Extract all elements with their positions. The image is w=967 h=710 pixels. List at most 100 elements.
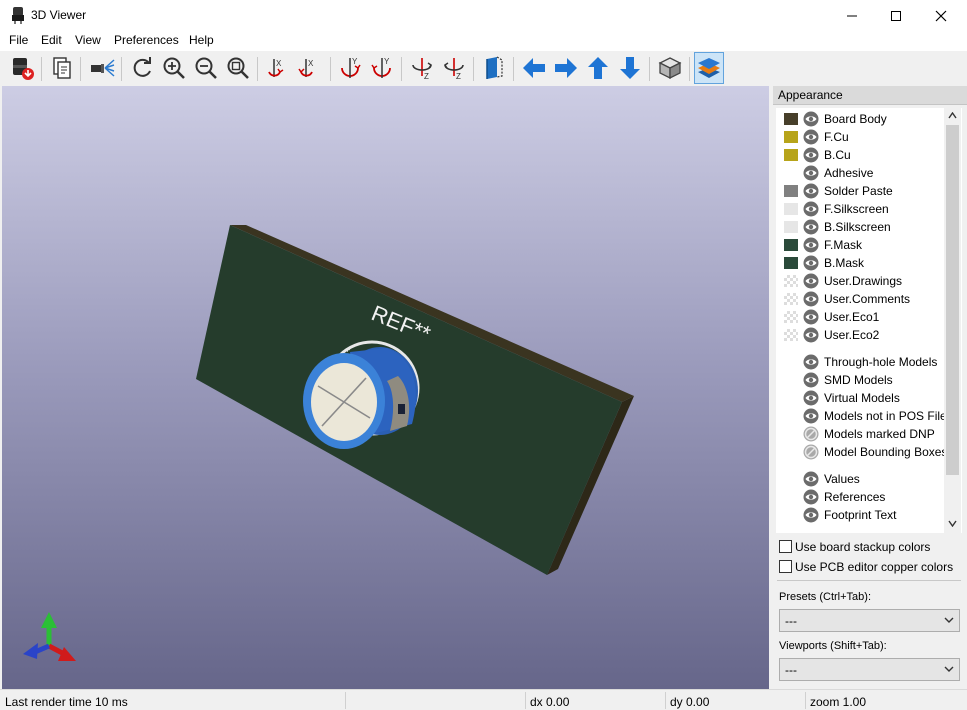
layer-color-swatch[interactable] [784,113,798,125]
viewports-label: Viewports (Shift+Tab): [779,640,887,652]
layer-row-smd-models[interactable]: SMD Models [776,371,946,389]
eye-icon[interactable] [803,489,819,505]
toggle-appearance-panel-button[interactable] [694,52,724,84]
eye-icon[interactable] [803,273,819,289]
eye-icon[interactable] [803,354,819,370]
presets-dropdown[interactable]: --- [779,609,960,632]
rotate-x-cw-button[interactable]: X [264,52,294,84]
viewports-dropdown[interactable]: --- [779,658,960,681]
layer-row-b-mask[interactable]: B.Mask [776,254,946,272]
layer-row-f-mask[interactable]: F.Mask [776,236,946,254]
eye-icon[interactable] [803,183,819,199]
eye-icon[interactable] [803,408,819,424]
layer-color-swatch[interactable] [784,239,798,251]
layer-color-swatch[interactable] [784,149,798,161]
layer-row-footprint-text[interactable]: Footprint Text [776,506,946,524]
layer-list[interactable]: Board Body F.Cu B.Cu Adhesive Solder Paste F.… [776,108,962,533]
eye-hidden-icon[interactable] [803,444,819,460]
layer-row-f-cu[interactable]: F.Cu [776,128,946,146]
move-up-button[interactable] [583,52,613,84]
rotate-x-ccw-button[interactable]: X [296,52,326,84]
menu-edit[interactable]: Edit [41,33,62,47]
3d-viewport[interactable]: + REF** [2,86,769,689]
scroll-up-icon[interactable] [948,112,957,119]
rotate-y-cw-button[interactable]: Y [335,52,365,84]
use-board-stackup-colors-checkbox[interactable] [779,540,792,553]
toggle-orthographic-button[interactable] [655,52,685,84]
layer-row-adhesive[interactable]: Adhesive [776,164,946,182]
layer-row-board-body[interactable]: Board Body [776,110,946,128]
close-button[interactable] [918,0,964,31]
layer-color-swatch[interactable] [784,221,798,233]
layer-row-user-comments[interactable]: User.Comments [776,290,946,308]
layer-color-swatch[interactable] [784,311,798,323]
eye-icon[interactable] [803,372,819,388]
layer-row-model-bounding-boxes[interactable]: Model Bounding Boxes [776,443,947,461]
render-raytracing-button[interactable] [7,52,37,84]
move-right-button[interactable] [551,52,581,84]
layer-color-swatch[interactable] [784,203,798,215]
menu-view[interactable]: View [75,33,101,47]
layer-label: SMD Models [824,373,893,387]
layer-row-b-silkscreen[interactable]: B.Silkscreen [776,218,946,236]
layer-row-user-eco1[interactable]: User.Eco1 [776,308,946,326]
layer-row-solder-paste[interactable]: Solder Paste [776,182,946,200]
layer-row-f-silkscreen[interactable]: F.Silkscreen [776,200,946,218]
layer-color-swatch[interactable] [784,257,798,269]
eye-icon[interactable] [803,147,819,163]
move-left-button[interactable] [519,52,549,84]
layer-row-models-not-in-pos-file[interactable]: Models not in POS File [776,407,947,425]
zoom-out-button[interactable] [191,52,221,84]
reload-board-button[interactable] [127,52,157,84]
move-down-button[interactable] [615,52,645,84]
layer-color-swatch[interactable] [784,293,798,305]
rotate-z-cw-button[interactable]: Z [407,52,437,84]
eye-icon[interactable] [803,111,819,127]
eye-icon[interactable] [803,327,819,343]
eye-icon[interactable] [803,309,819,325]
layer-list-scrollbar[interactable] [944,108,961,533]
zoom-fit-button[interactable] [223,52,253,84]
eye-icon[interactable] [803,129,819,145]
eye-icon[interactable] [803,507,819,523]
use-board-stackup-colors-option[interactable]: Use board stackup colors [779,539,959,555]
layer-row-user-drawings[interactable]: User.Drawings [776,272,946,290]
title-bar: 3D Viewer [0,0,967,31]
use-pcb-editor-copper-colors-option[interactable]: Use PCB editor copper colors [779,559,959,575]
eye-icon[interactable] [803,219,819,235]
eye-icon[interactable] [803,165,819,181]
maximize-icon [891,10,901,21]
maximize-button[interactable] [873,0,919,31]
rotate-z-ccw-button[interactable]: Z [439,52,469,84]
display-options-button[interactable] [87,52,117,84]
copy-3d-image-button[interactable] [47,52,77,84]
layer-color-swatch[interactable] [784,131,798,143]
use-pcb-editor-copper-colors-checkbox[interactable] [779,560,792,573]
eye-hidden-icon[interactable] [803,426,819,442]
layer-row-virtual-models[interactable]: Virtual Models [776,389,946,407]
layer-row-references[interactable]: References [776,488,946,506]
layer-list-scroll-thumb[interactable] [946,125,959,475]
eye-icon[interactable] [803,471,819,487]
rotate-y-ccw-button[interactable]: Y [367,52,397,84]
layer-row-user-eco2[interactable]: User.Eco2 [776,326,946,344]
eye-icon[interactable] [803,201,819,217]
menu-help[interactable]: Help [189,33,214,47]
minimize-button[interactable] [829,0,875,31]
layer-color-swatch[interactable] [784,275,798,287]
scroll-down-icon[interactable] [948,520,957,527]
zoom-in-button[interactable] [159,52,189,84]
layer-row-through-hole-models[interactable]: Through-hole Models [776,353,946,371]
eye-icon[interactable] [803,390,819,406]
layer-color-swatch[interactable] [784,185,798,197]
eye-icon[interactable] [803,291,819,307]
flip-board-button[interactable] [479,52,509,84]
menu-preferences[interactable]: Preferences [114,33,179,47]
layer-color-swatch[interactable] [784,329,798,341]
eye-icon[interactable] [803,237,819,253]
eye-icon[interactable] [803,255,819,271]
layer-row-b-cu[interactable]: B.Cu [776,146,946,164]
layer-row-values[interactable]: Values [776,470,946,488]
menu-file[interactable]: File [9,33,28,47]
layer-row-models-marked-dnp[interactable]: Models marked DNP [776,425,946,443]
